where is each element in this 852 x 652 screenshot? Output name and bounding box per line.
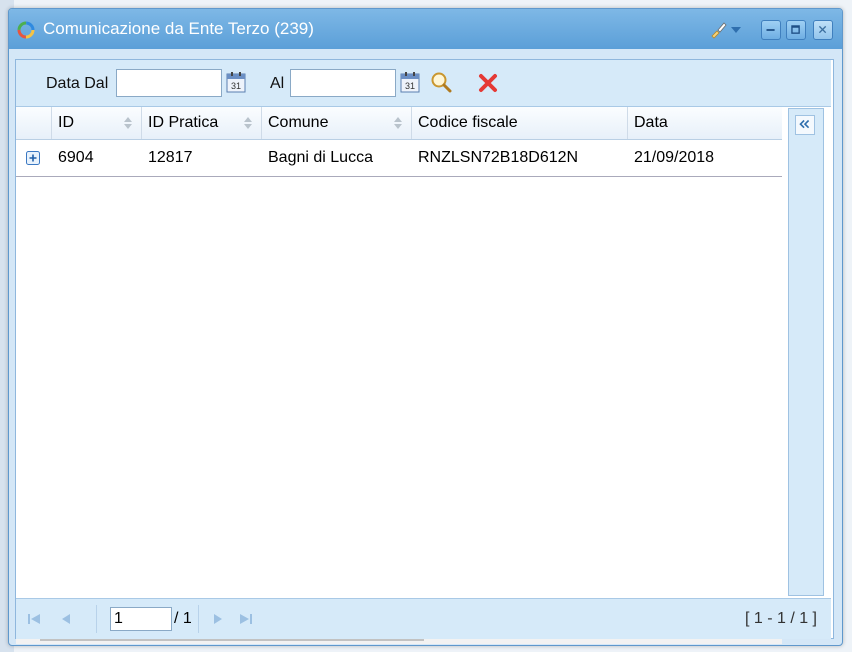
table-row[interactable]: 6904 12817 Bagni di Lucca RNZLSN72B18D61… — [16, 140, 782, 177]
sort-icon — [124, 117, 132, 129]
page-range-display: [ 1 - 1 / 1 ] — [744, 610, 817, 627]
header-id-pratica[interactable]: ID Pratica — [142, 107, 262, 139]
svg-text:31: 31 — [405, 81, 415, 91]
page-total: / 1 — [174, 610, 192, 627]
svg-text:31: 31 — [231, 81, 241, 91]
header-label: ID — [58, 114, 74, 131]
close-icon — [818, 25, 827, 34]
calendar-icon[interactable]: 31 — [400, 71, 420, 93]
search-icon[interactable] — [430, 71, 452, 93]
cell-data: 21/09/2018 — [634, 149, 715, 166]
last-page-icon[interactable] — [238, 613, 252, 625]
clear-filter-icon[interactable] — [478, 73, 498, 93]
sort-icon — [394, 117, 402, 129]
close-button[interactable] — [813, 20, 833, 40]
header-expander-cell — [16, 107, 52, 139]
first-page-icon[interactable] — [28, 613, 42, 625]
title-bar[interactable]: Comunicazione da Ente Terzo (239) — [9, 9, 842, 49]
cell-id: 6904 — [58, 149, 94, 166]
header-codice-fiscale[interactable]: Codice fiscale — [412, 107, 628, 139]
cell-comune: Bagni di Lucca — [268, 149, 373, 166]
window-title: Comunicazione da Ente Terzo (239) — [43, 19, 314, 38]
collapse-panel-button[interactable] — [795, 115, 815, 135]
maximize-icon — [791, 25, 800, 34]
side-panel — [788, 108, 824, 596]
pager-separator — [198, 605, 199, 633]
pagination-bar: / 1 [ 1 - 1 / 1 ] — [16, 598, 831, 639]
date-from-label: Data Dal — [46, 75, 109, 92]
calendar-icon[interactable]: 31 — [226, 71, 246, 93]
dialog-window: Comunicazione da Ente Terzo (239) Data D… — [8, 8, 843, 646]
grid-header: ID ID Pratica Comune Codice fiscale Data — [16, 107, 782, 140]
date-to-input[interactable] — [290, 69, 396, 97]
brush-icon[interactable] — [709, 21, 727, 39]
header-comune[interactable]: Comune — [262, 107, 412, 139]
app-logo-icon — [17, 21, 35, 39]
sort-icon — [244, 117, 252, 129]
prev-page-icon[interactable] — [60, 613, 72, 625]
window-content: Data Dal 31 Al 31 ID ID Pratica Comune C… — [15, 59, 834, 644]
header-label: Data — [634, 114, 668, 131]
next-page-icon[interactable] — [212, 613, 224, 625]
header-data[interactable]: Data — [628, 107, 782, 139]
filter-toolbar: Data Dal 31 Al 31 — [16, 60, 831, 107]
header-id[interactable]: ID — [52, 107, 142, 139]
date-to-label: Al — [270, 75, 285, 92]
maximize-button[interactable] — [786, 20, 806, 40]
pager-separator — [96, 605, 97, 633]
theme-dropdown-caret-icon[interactable] — [731, 27, 741, 33]
expand-row-icon[interactable] — [26, 151, 40, 165]
header-label: Codice fiscale — [418, 114, 518, 131]
collapse-panel-icon — [799, 119, 810, 129]
date-from-input[interactable] — [116, 69, 222, 97]
cell-codice-fiscale: RNZLSN72B18D612N — [418, 149, 579, 166]
page-number-input[interactable] — [110, 607, 172, 631]
header-label: ID Pratica — [148, 114, 219, 131]
minimize-icon — [766, 29, 775, 31]
cell-id-pratica: 12817 — [148, 149, 193, 166]
header-label: Comune — [268, 114, 329, 131]
minimize-button[interactable] — [761, 20, 781, 40]
data-grid: ID ID Pratica Comune Codice fiscale Data — [16, 107, 782, 644]
